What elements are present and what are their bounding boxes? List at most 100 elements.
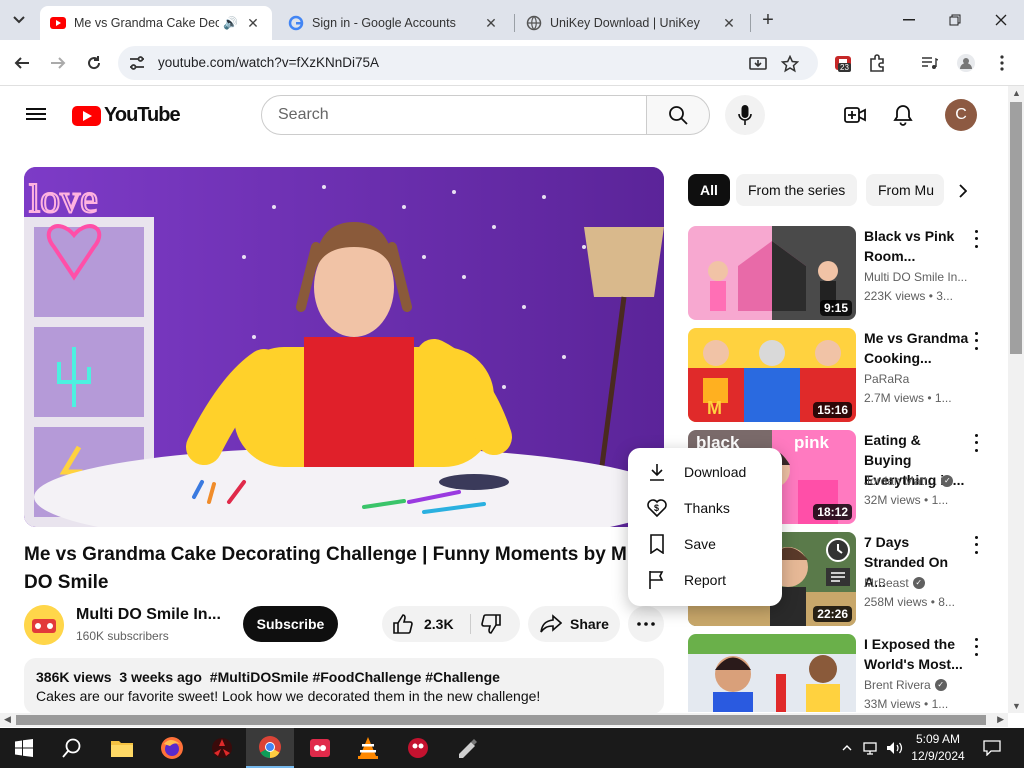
notification-center-icon[interactable] [980,728,1004,768]
more-vertical-icon[interactable] [970,228,982,250]
video-player[interactable]: love [24,167,664,527]
upload-age: 3 weeks ago [119,669,202,685]
like-button[interactable]: 2.3K [392,613,454,635]
description-box[interactable]: 386K views 3 weeks ago #MultiDOSmile #Fo… [24,658,664,714]
recommended-video[interactable]: 9:15 Black vs Pink Room... Multi DO Smil… [688,226,1000,320]
youtube-wordmark: YouTube [104,104,181,126]
show-hidden-icons-icon[interactable] [838,728,856,768]
more-vertical-icon[interactable] [970,330,982,352]
recommended-video[interactable]: I Exposed the World's Most... Brent Rive… [688,634,1000,712]
scrollbar-thumb[interactable] [16,715,986,725]
scroll-down-arrow-icon[interactable]: ▼ [1012,701,1021,711]
chip-from-channel[interactable]: From Mu [866,174,944,206]
site-info-icon[interactable] [128,54,146,72]
close-tab-icon[interactable]: ✕ [244,14,262,32]
view-count: 386K views [36,669,112,685]
app-icon-bird[interactable] [394,728,442,768]
tab-title: Me vs Grandma Cake Decorating Challenge [74,16,220,30]
channel-avatar[interactable] [24,605,64,645]
menu-item-download[interactable]: Download [628,454,782,490]
voice-search-button[interactable] [725,95,765,135]
youtube-favicon [50,15,66,31]
scrollbar-thumb[interactable] [1010,102,1022,354]
video-stats: 258M views • 8... [864,595,955,609]
notifications-bell-icon[interactable] [891,103,915,127]
search-button[interactable] [646,95,710,135]
more-vertical-icon[interactable] [970,636,982,658]
description-text: Cakes are our favorite sweet! Look how w… [36,688,541,704]
hashtags[interactable]: #MultiDOSmile #FoodChallenge #Challenge [210,669,500,685]
menu-item-label: Save [684,536,716,552]
bookmark-star-icon[interactable] [780,54,800,74]
vlc-icon[interactable] [344,728,392,768]
close-window-button[interactable] [978,0,1024,40]
more-actions-button[interactable] [628,606,664,642]
video-title[interactable]: Me vs Grandma Cooking... [864,328,970,368]
channel-name[interactable]: MrBeast ✓ [864,576,925,590]
restore-button[interactable] [932,0,978,40]
share-button[interactable]: Share [528,606,620,642]
video-thumbnail[interactable]: M 15:16 [688,328,856,422]
forward-button[interactable] [44,49,72,77]
channel-name[interactable]: Multi DO Smile In... [864,270,967,284]
channel-name[interactable]: Multi DO Smile In... [76,606,221,624]
chrome-menu-icon[interactable] [991,52,1013,74]
minimize-button[interactable] [886,0,932,40]
chrome-icon[interactable] [246,728,294,768]
video-title[interactable]: Black vs Pink Room... [864,226,970,266]
app-icon-red[interactable] [198,728,246,768]
app-icon-game[interactable] [296,728,344,768]
menu-item-thanks[interactable]: $ Thanks [628,490,782,526]
extensions-puzzle-icon[interactable] [866,52,888,74]
video-thumbnail[interactable]: 9:15 [688,226,856,320]
speaker-icon[interactable]: 🔊 [223,16,238,30]
guide-menu-icon[interactable] [26,105,46,123]
chip-all[interactable]: All [688,174,730,206]
taskbar-search-button[interactable] [48,728,96,768]
youtube-logo[interactable]: YouTube [72,104,181,127]
back-button[interactable] [8,49,36,77]
file-explorer-icon[interactable] [98,728,146,768]
dislike-button[interactable] [480,613,502,640]
channel-name[interactable]: PaRaRa [864,372,909,386]
channel-name[interactable]: Brent Rivera ✓ [864,678,947,692]
reload-button[interactable] [80,49,108,77]
close-tab-icon[interactable]: ✕ [482,14,500,32]
menu-item-report[interactable]: Report [628,562,782,598]
account-avatar[interactable]: C [945,99,977,131]
chips-next-button[interactable] [950,178,976,204]
volume-icon[interactable] [884,728,906,768]
profile-icon[interactable] [955,52,977,74]
horizontal-scrollbar[interactable]: ◀ ▶ [0,713,1008,727]
subscribe-button[interactable]: Subscribe [243,606,338,642]
thumbnail-caption: pink [794,433,829,452]
search-input[interactable]: Search [261,95,647,135]
media-control-icon[interactable] [918,52,940,74]
video-title[interactable]: I Exposed the World's Most... [864,634,970,674]
vertical-scrollbar[interactable]: ▲ ▼ [1008,86,1024,713]
chip-from-series[interactable]: From the series [736,174,858,206]
scroll-up-arrow-icon[interactable]: ▲ [1012,88,1021,98]
scroll-right-arrow-icon[interactable]: ▶ [997,714,1004,725]
install-app-icon[interactable] [748,54,768,74]
more-vertical-icon[interactable] [970,534,982,556]
menu-item-save[interactable]: Save [628,526,782,562]
system-clock[interactable]: 5:09 AM 12/9/2024 [905,731,971,765]
firefox-icon[interactable] [148,728,196,768]
start-button[interactable] [0,728,48,768]
more-vertical-icon[interactable] [970,432,982,454]
recommended-video[interactable]: M 15:16 Me vs Grandma Cooking... PaRaRa … [688,328,1000,422]
close-tab-icon[interactable]: ✕ [720,14,738,32]
channel-name[interactable]: Jordan Matt... ✓ [864,474,954,488]
network-icon[interactable] [860,728,882,768]
new-tab-button[interactable]: + [756,8,780,32]
tab-google-signin[interactable]: Sign in - Google Accounts ✕ [278,6,510,40]
create-video-icon[interactable] [843,103,867,127]
address-bar[interactable]: youtube.com/watch?v=fXzKNnDi75A [118,46,818,80]
tab-search-dropdown[interactable] [6,8,32,32]
tab-youtube[interactable]: Me vs Grandma Cake Decorating Challenge … [40,6,272,40]
video-thumbnail[interactable] [688,634,856,712]
app-icon-tool[interactable] [444,728,492,768]
scroll-left-arrow-icon[interactable]: ◀ [4,714,11,725]
tab-unikey[interactable]: UniKey Download | UniKey ✕ [516,6,748,40]
